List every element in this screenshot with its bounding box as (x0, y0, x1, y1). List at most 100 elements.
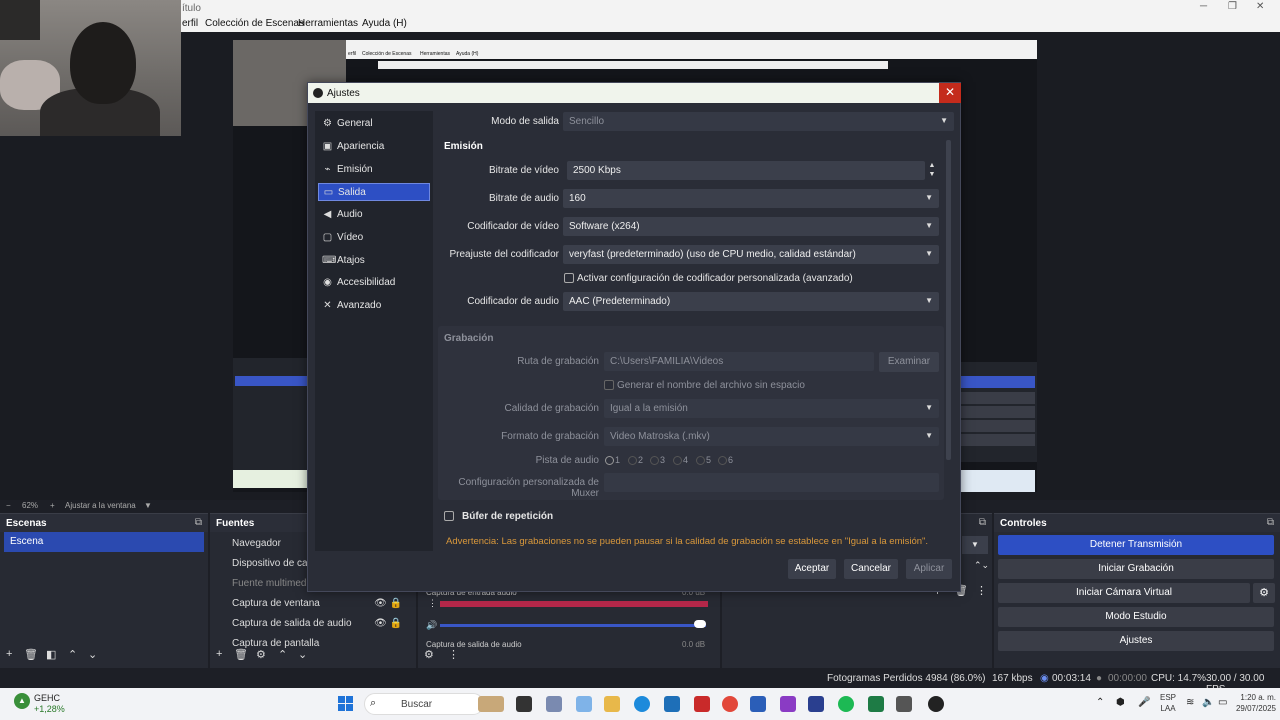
sidebar-item-video[interactable]: ▢ Vídeo (318, 229, 430, 247)
audio-track-radio[interactable] (718, 456, 727, 465)
source-item[interactable]: Captura de pantalla (214, 634, 412, 648)
move-down-button[interactable]: ⌄ (298, 648, 307, 661)
move-up-button[interactable]: ⌃ (68, 648, 77, 661)
scene-item[interactable]: Escena (4, 532, 204, 552)
video-bitrate-input[interactable]: 2500 Kbps (567, 161, 925, 180)
remove-scene-button[interactable]: 🗑 (24, 648, 38, 661)
custom-encoder-checkbox[interactable] (564, 273, 574, 283)
recording-format-select[interactable]: Video Matroska (.mkv) ▼ (604, 427, 939, 446)
menu-help[interactable]: Ayuda (H) (362, 18, 407, 29)
sidebar-item-output[interactable]: ▭ Salida (318, 183, 430, 201)
kebab-icon[interactable]: ⋮ (428, 598, 437, 609)
browse-button[interactable]: Examinar (879, 352, 939, 372)
volume-icon[interactable]: 🔊 (426, 620, 437, 631)
obs-taskbar-icon[interactable] (928, 696, 944, 712)
file-explorer-icon[interactable] (604, 696, 620, 712)
acrobat-icon[interactable] (694, 696, 710, 712)
microphone-icon[interactable]: 🎤 (1138, 697, 1150, 708)
minimize-icon[interactable]: ─ (1200, 1, 1207, 12)
muxer-input[interactable] (604, 473, 939, 492)
volume-handle[interactable] (694, 620, 706, 628)
ok-button[interactable]: Aceptar (788, 559, 836, 579)
kebab-icon[interactable]: ⋮ (976, 584, 987, 597)
windows-start-icon[interactable] (338, 696, 354, 712)
task-view-icon[interactable] (516, 696, 532, 712)
word-icon[interactable] (750, 696, 766, 712)
close-icon[interactable]: ✕ (939, 83, 961, 103)
menu-tools[interactable]: Herramientas (298, 18, 358, 29)
stock-widget[interactable]: GEHC +1,28% (34, 693, 65, 715)
audio-bitrate-select[interactable]: 160 ▼ (563, 189, 939, 208)
audio-track-radio[interactable] (650, 456, 659, 465)
audio-encoder-select[interactable]: AAC (Predeterminado) ▼ (563, 292, 939, 311)
audio-track-radio[interactable] (673, 456, 682, 465)
no-space-checkbox[interactable] (604, 380, 614, 390)
app-icon[interactable] (780, 696, 796, 712)
kebab-icon[interactable]: ⋮ (448, 648, 459, 661)
language-indicator[interactable]: ESP LAA (1158, 692, 1178, 714)
encoder-preset-select[interactable]: veryfast (predeterminado) (uso de CPU me… (563, 245, 939, 264)
output-mode-select[interactable]: Sencillo ▼ (563, 112, 954, 131)
chevron-up-icon[interactable]: ⌃ (1096, 697, 1104, 708)
filter-icon[interactable]: ◧ (46, 648, 56, 661)
outlook-icon[interactable] (808, 696, 824, 712)
replay-buffer-checkbox[interactable] (444, 511, 454, 521)
sidebar-item-stream[interactable]: ⌁ Emisión (318, 161, 430, 179)
cancel-button[interactable]: Cancelar (844, 559, 898, 579)
audio-track-radio[interactable] (696, 456, 705, 465)
volume-slider[interactable] (440, 624, 706, 627)
zoom-out-button[interactable]: − (6, 501, 11, 510)
menu-profile[interactable]: erfil (182, 18, 198, 29)
tray-icon[interactable]: ⬢ (1116, 697, 1125, 708)
gear-icon[interactable]: ⚙ (256, 648, 266, 661)
studio-mode-button[interactable]: Modo Estudio (998, 607, 1274, 627)
stepper-icon[interactable]: ▲ ▼ (925, 161, 939, 180)
gear-icon[interactable]: ⚙ (1253, 583, 1275, 603)
copilot-icon[interactable] (576, 696, 592, 712)
gear-icon[interactable]: ⚙ (424, 648, 434, 661)
sidebar-item-accessibility[interactable]: ◉ Accesibilidad (318, 274, 430, 292)
stop-stream-button[interactable]: Detener Transmisión (998, 535, 1274, 555)
zoom-in-button[interactable]: + (50, 501, 55, 510)
wifi-icon[interactable]: ≋ (1186, 697, 1194, 708)
remove-source-button[interactable]: 🗑 (234, 648, 248, 661)
start-recording-button[interactable]: Iniciar Grabación (998, 559, 1274, 579)
excel-icon[interactable] (868, 696, 884, 712)
source-item[interactable]: Captura de salida de audio 👁 🔒 (214, 614, 412, 634)
sidebar-item-appearance[interactable]: ▣ Apariencia (318, 138, 430, 156)
audio-track-radio[interactable] (605, 456, 614, 465)
audio-track-radio[interactable] (628, 456, 637, 465)
edge-icon[interactable] (634, 696, 650, 712)
search-highlight-icon[interactable] (478, 696, 504, 712)
source-item[interactable]: Captura de ventana 👁 🔒 (214, 594, 412, 614)
add-scene-button[interactable]: + (6, 648, 12, 660)
app-icon[interactable] (896, 696, 912, 712)
chevron-down-icon[interactable]: ▼ (144, 501, 152, 510)
clock[interactable]: 1:20 a. m. 29/07/2025 (1226, 692, 1276, 714)
undock-icon[interactable]: ⧉ (195, 517, 202, 528)
stepper-icon[interactable]: ⌃⌄ (974, 560, 989, 571)
fit-window-label[interactable]: Ajustar a la ventana (65, 501, 136, 510)
undock-icon[interactable]: ⧉ (1267, 517, 1274, 528)
video-encoder-select[interactable]: Software (x264) ▼ (563, 217, 939, 236)
chrome-icon[interactable] (722, 696, 738, 712)
transition-select[interactable]: ▼ (962, 536, 988, 554)
recording-quality-select[interactable]: Igual a la emisión ▼ (604, 399, 939, 418)
settings-button[interactable]: Ajustes (998, 631, 1274, 651)
sidebar-item-general[interactable]: ⚙ General (318, 115, 430, 133)
undock-icon[interactable]: ⧉ (979, 517, 986, 528)
add-source-button[interactable]: + (216, 648, 222, 660)
apply-button[interactable]: Aplicar (906, 559, 952, 579)
stock-widget-icon[interactable]: ▲ (14, 693, 30, 709)
start-virtual-camera-button[interactable]: Iniciar Cámara Virtual (998, 583, 1250, 603)
move-down-button[interactable]: ⌄ (88, 648, 97, 661)
menu-scene-collection[interactable]: Colección de Escenas (205, 18, 304, 29)
spotify-icon[interactable] (838, 696, 854, 712)
speaker-icon[interactable]: 🔈 (1202, 697, 1214, 708)
sidebar-item-hotkeys[interactable]: ⌨ Atajos (318, 252, 430, 270)
maximize-icon[interactable]: ❐ (1228, 1, 1237, 12)
close-window-icon[interactable]: ✕ (1256, 1, 1264, 12)
scrollbar[interactable] (946, 140, 951, 460)
move-up-button[interactable]: ⌃ (278, 648, 287, 661)
sidebar-item-audio[interactable]: ◀ Audio (318, 206, 430, 224)
